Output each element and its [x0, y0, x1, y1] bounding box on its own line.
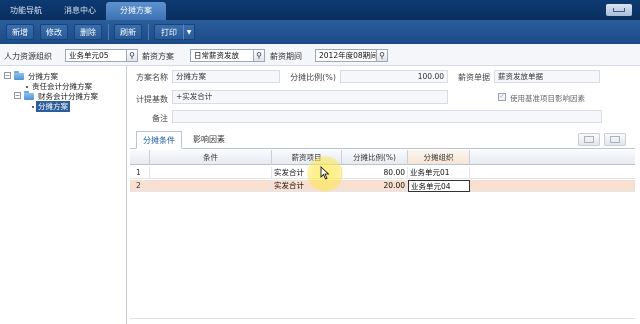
restore-window-button[interactable] — [606, 4, 632, 16]
folder-icon — [24, 91, 34, 100]
empty-header — [470, 150, 635, 165]
scheme-field[interactable]: 日常薪资发放 — [190, 49, 254, 62]
ratio-cell[interactable]: 20.00 — [342, 180, 408, 192]
tab-allocation-scheme[interactable]: 分摊方案 — [106, 2, 166, 20]
salary-doc-field[interactable]: 薪资发放单据 — [494, 70, 600, 83]
table-row[interactable]: 1 实发合计 80.00 业务单元01 — [130, 167, 635, 179]
use-base-checkbox[interactable]: ✓ — [498, 93, 506, 101]
restore-icon — [613, 8, 625, 12]
app-window: 功能导航 消息中心 分摊方案 新增 修改 删除 刷新 打印 ▼ 人力资源组织 业… — [0, 0, 640, 324]
search-icon[interactable]: ⚲ — [377, 49, 388, 62]
tab-allocation-conditions[interactable]: 分摊条件 — [136, 131, 182, 149]
scheme-tree: − 分摊方案 责任会计分摊方案 − 财务会计分摊方案 分摊方案 — [0, 66, 127, 324]
ratio-label: 分摊比例(%) — [290, 73, 336, 82]
base-field[interactable]: +实发合计 — [172, 90, 448, 104]
tab-influence-factors[interactable]: 影响因素 — [186, 131, 232, 149]
remark-label: 备注 — [152, 114, 168, 123]
bullet-icon — [26, 86, 28, 88]
chevron-down-icon[interactable]: ▼ — [183, 24, 195, 40]
condition-cell[interactable] — [150, 180, 272, 192]
org-cell[interactable]: 业务单元01 — [408, 167, 470, 179]
bullet-icon — [32, 106, 34, 108]
search-icon[interactable]: ⚲ — [127, 49, 138, 62]
org-cell-editing[interactable]: 业务单元04 — [408, 180, 470, 192]
scheme-name-field[interactable]: 分摊方案 — [172, 70, 280, 83]
org-field[interactable]: 业务单元05 — [65, 49, 127, 62]
grid-delete-row-button[interactable] — [604, 133, 626, 146]
org-label: 人力资源组织 — [4, 52, 52, 61]
tree-item-selected[interactable]: 分摊方案 — [36, 101, 70, 112]
row-number-header — [130, 150, 150, 165]
collapse-icon[interactable]: − — [14, 92, 21, 99]
top-tab-bar: 功能导航 消息中心 分摊方案 — [0, 0, 640, 20]
row-number: 1 — [130, 167, 150, 179]
period-label: 薪资期间 — [270, 52, 302, 61]
use-base-label: 使用基准项目影响因素 — [510, 94, 585, 103]
scheme-label: 薪资方案 — [142, 52, 174, 61]
divider — [130, 318, 635, 319]
base-label: 计提基数 — [136, 95, 168, 104]
table-row[interactable]: 2 实发合计 20.00 业务单元04 — [130, 180, 635, 192]
allocation-grid: 条件 薪资项目 分摊比例(%) 分摊组织 1 实发合计 80.00 业务单元01… — [130, 150, 635, 324]
sub-tab-bar: 分摊条件 影响因素 — [130, 131, 635, 149]
ratio-cell[interactable]: 80.00 — [342, 167, 408, 179]
period-field[interactable]: 2012年度08期间 — [315, 49, 377, 62]
tab-message-center[interactable]: 消息中心 — [60, 2, 100, 20]
grid-add-row-button[interactable] — [578, 133, 600, 146]
ratio-header[interactable]: 分摊比例(%) — [342, 150, 408, 165]
mouse-pointer-icon — [320, 166, 330, 180]
refresh-button[interactable]: 刷新 — [114, 24, 142, 40]
grid-icon — [610, 136, 620, 143]
collapse-icon[interactable]: − — [4, 72, 11, 79]
condition-header[interactable]: 条件 — [150, 150, 272, 165]
add-button[interactable]: 新增 — [6, 24, 34, 40]
ratio-field[interactable]: 100.00 — [340, 70, 448, 83]
scheme-name-label: 方案名称 — [136, 73, 168, 82]
tab-function-nav[interactable]: 功能导航 — [6, 2, 46, 20]
delete-button[interactable]: 删除 — [74, 24, 102, 40]
print-button[interactable]: 打印 — [154, 24, 184, 40]
search-icon[interactable]: ⚲ — [254, 49, 265, 62]
toolbar-divider — [148, 24, 149, 40]
grid-icon — [584, 136, 594, 143]
folder-icon — [14, 71, 24, 80]
edit-button[interactable]: 修改 — [40, 24, 68, 40]
toolbar-divider — [108, 24, 109, 40]
query-bar: 人力资源组织 业务单元05 ⚲ 薪资方案 日常薪资发放 ⚲ 薪资期间 2012年… — [0, 44, 640, 66]
condition-cell[interactable] — [150, 167, 272, 179]
toolbar: 新增 修改 删除 刷新 打印 ▼ — [0, 20, 640, 44]
org-header[interactable]: 分摊组织 — [408, 150, 470, 165]
row-number: 2 — [130, 180, 150, 192]
salary-doc-label: 薪资单据 — [458, 73, 490, 82]
remark-field[interactable] — [172, 110, 602, 123]
